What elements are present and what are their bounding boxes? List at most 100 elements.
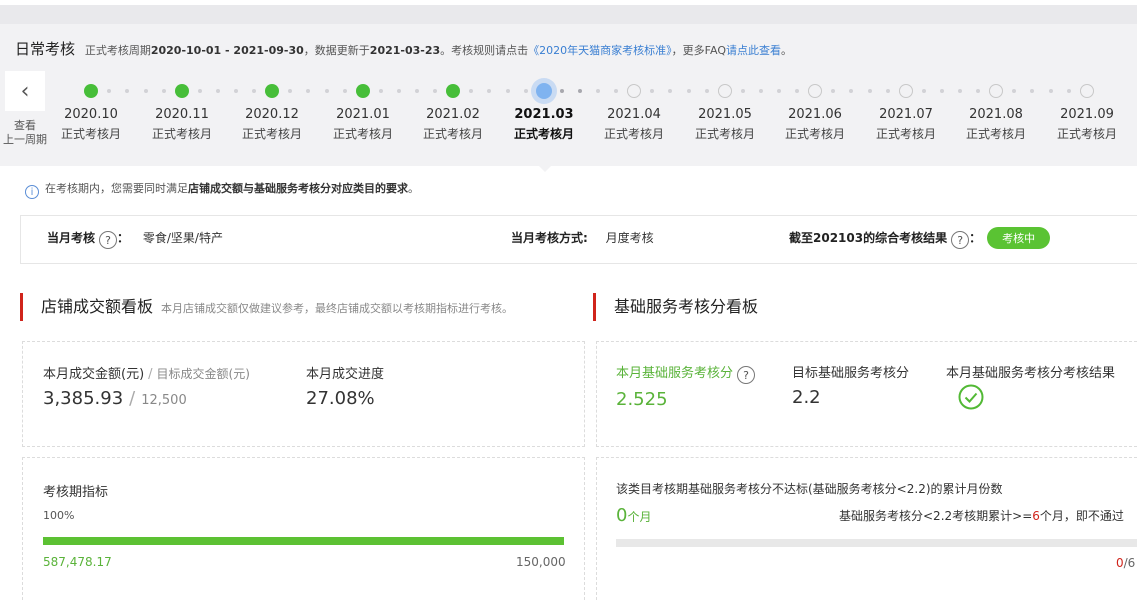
sales-board-note: 本月店铺成交额仅做建议参考，最终店铺成交额以考核期指标进行考核。: [161, 302, 514, 315]
timeline-connector-dot: [614, 89, 618, 93]
service-score-value: 2.525: [616, 389, 668, 410]
sales-target-value: 12,500: [141, 393, 187, 408]
period-progress-fill: [43, 537, 564, 545]
sales-amount-label: 本月成交金额(元) / 目标成交金额(元): [43, 367, 250, 382]
timeline-month[interactable]: 2020.11 正式考核月: [137, 107, 227, 142]
fail-count-bar: [616, 539, 1137, 547]
timeline-connector-dot: [143, 89, 148, 93]
month-label: 2020.11: [155, 107, 209, 122]
timeline-connector-dot: [252, 89, 256, 93]
period-progress-bar: [43, 537, 564, 545]
timeline-connector-dot: [940, 89, 944, 93]
timeline-connector-dot: [885, 89, 890, 93]
timeline-dot-future[interactable]: [899, 84, 913, 98]
timeline-month[interactable]: 2021.07 正式考核月: [861, 107, 951, 142]
status-badge: 考核中: [987, 227, 1051, 249]
timeline-month[interactable]: 2021.08 正式考核月: [951, 107, 1041, 142]
period-target-card: [22, 457, 585, 600]
timeline-month[interactable]: 2021.09 正式考核月: [1042, 107, 1132, 142]
fail-count-card: [596, 457, 1137, 600]
month-sublabel: 正式考核月: [875, 127, 936, 141]
top-bar: [0, 0, 1137, 24]
sales-progress-label: 本月成交进度: [306, 367, 385, 382]
timeline-dot-future[interactable]: [989, 84, 1003, 98]
period-range: 2020-10-01 - 2021-09-30: [150, 44, 304, 57]
rule-standard-link[interactable]: 《2020年天猫商家考核标准》: [528, 44, 672, 57]
page-header: 日常考核 正式考核周期2020-10-01 - 2021-09-30，数据更新于…: [15, 38, 792, 59]
timeline-dot-future[interactable]: [1080, 84, 1094, 98]
month-sublabel: 正式考核月: [694, 127, 755, 141]
service-score-label: 本月基础服务考核分?: [616, 362, 756, 384]
timeline-connector-dot: [415, 89, 419, 93]
timeline-connector-dot: [704, 89, 709, 93]
sales-board-title: 店铺成交额看板: [41, 297, 154, 316]
timeline-connector-dot: [777, 89, 781, 93]
timeline-connector-dot: [596, 89, 600, 93]
month-sublabel: 正式考核月: [603, 127, 664, 141]
service-board-title: 基础服务考核分看板: [614, 297, 759, 316]
timeline-dot-future[interactable]: [627, 84, 641, 98]
month-label: 2021.02: [426, 107, 480, 122]
timeline-connector-dot: [324, 89, 329, 93]
timeline-dot-done[interactable]: [265, 84, 279, 98]
month-label: 2021.01: [336, 107, 390, 122]
help-icon[interactable]: ?: [737, 366, 756, 384]
timeline-dot-done[interactable]: [84, 84, 98, 98]
timeline-dot-done[interactable]: [356, 84, 370, 98]
timeline-connector-dot: [1066, 89, 1071, 93]
service-score-card: [596, 341, 1137, 447]
timeline-connector-dot: [379, 89, 383, 93]
check-circle-icon: [958, 384, 984, 410]
service-board-header: 基础服务考核分看板: [593, 293, 758, 321]
timeline-connector-dot: [216, 89, 220, 93]
help-icon[interactable]: ?: [99, 231, 118, 249]
timeline-connector-dot: [922, 89, 926, 93]
month-label: 2020.10: [64, 107, 118, 122]
timeline-connector-dot: [523, 89, 528, 93]
timeline-month[interactable]: 2021.02 正式考核月: [408, 107, 498, 142]
timeline-dot-future[interactable]: [718, 84, 732, 98]
timeline-month[interactable]: 2021.06 正式考核月: [770, 107, 860, 142]
current-assessment: 当月考核?： 零食/坚果/特产: [47, 231, 223, 249]
month-label: 2021.04: [607, 107, 661, 122]
month-sublabel: 正式考核月: [965, 127, 1026, 141]
timeline-connector-dot: [958, 89, 962, 93]
timeline-connector-dot: [741, 89, 745, 93]
timeline-connector-dot: [433, 89, 437, 93]
timeline-connector-dot: [397, 89, 401, 93]
timeline-connector-dot: [198, 89, 202, 93]
sales-progress-value: 27.08%: [306, 388, 375, 409]
month-label: 2021.07: [879, 107, 933, 122]
sales-amount-value: 3,385.93/12,500: [43, 388, 187, 409]
timeline-month[interactable]: 2020.12 正式考核月: [227, 107, 317, 142]
page-title: 日常考核: [15, 40, 76, 58]
assessment-summary-row: 当月考核?： 零食/坚果/特产 当月考核方式: 月度考核 截至202103的综合…: [20, 215, 1137, 264]
sales-board-header: 店铺成交额看板 本月店铺成交额仅做建议参考，最终店铺成交额以考核期指标进行考核。: [20, 293, 513, 321]
timeline-month[interactable]: 2021.03 正式考核月: [499, 107, 589, 142]
timeline-month[interactable]: 2021.05 正式考核月: [680, 107, 770, 142]
timeline-connector-dot: [1048, 89, 1053, 93]
timeline-connector-dot: [342, 89, 347, 93]
service-target-value: 2.2: [792, 387, 821, 408]
fail-count-ratio: 0/6: [1116, 556, 1136, 570]
month-label: 2021.05: [698, 107, 752, 122]
fail-count-value: 0个月: [616, 505, 652, 526]
timeline-dot-future[interactable]: [808, 84, 822, 98]
assessment-category: 零食/坚果/特产: [142, 231, 223, 245]
timeline-month[interactable]: 2021.01 正式考核月: [318, 107, 408, 142]
month-sublabel: 正式考核月: [513, 127, 574, 141]
assessment-notice: i 在考核期内，您需要同时满足店铺成交额与基础服务考核分对应类目的要求。: [25, 180, 419, 199]
previous-period-button[interactable]: ‹: [5, 71, 45, 111]
previous-period-label[interactable]: 查看 上一周期: [0, 119, 50, 147]
help-icon[interactable]: ?: [951, 231, 970, 249]
timeline-connector-dot: [867, 89, 872, 93]
timeline-dot-current[interactable]: [536, 83, 552, 99]
timeline-dot-done[interactable]: [175, 84, 189, 98]
timeline-month[interactable]: 2021.04 正式考核月: [589, 107, 679, 142]
month-sublabel: 正式考核月: [332, 127, 393, 141]
timeline-month[interactable]: 2020.10 正式考核月: [46, 107, 136, 142]
faq-link[interactable]: 请点此查看: [726, 44, 781, 57]
month-label: 2021.03: [514, 107, 574, 122]
fail-count-label: 该类目考核期基础服务考核分不达标(基础服务考核分<2.2)的累计月份数: [616, 482, 1003, 496]
timeline-dot-done[interactable]: [446, 84, 460, 98]
